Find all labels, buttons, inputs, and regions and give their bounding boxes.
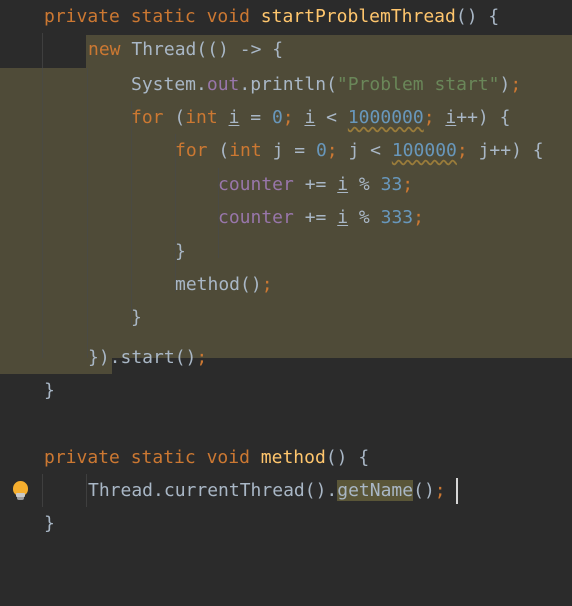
code-line[interactable]: counter += i % 33; [0,168,572,201]
selected-token[interactable]: getName [337,480,414,501]
text-caret [456,478,458,504]
code-line-empty[interactable] [0,407,572,440]
code-line[interactable]: for (int j = 0; j < 100000; j++) { [0,134,572,167]
code-line[interactable]: } [0,235,572,268]
code-line[interactable]: private static void method() { [0,441,572,474]
code-line[interactable]: }).start(); [0,341,572,374]
code-line[interactable]: System.out.println("Problem start"); [0,68,572,101]
code-line[interactable]: method(); [0,268,572,301]
code-line[interactable]: for (int i = 0; i < 1000000; i++) { [0,101,572,134]
code-line[interactable]: } [0,301,572,334]
code-line[interactable]: } [0,507,572,540]
code-line[interactable]: private static void startProblemThread()… [0,0,572,33]
code-line[interactable]: new Thread(() -> { [0,33,572,66]
code-line[interactable]: } [0,374,572,407]
code-line-caret[interactable]: Thread.currentThread().getName(); [0,474,572,507]
code-editor[interactable]: private static void startProblemThread()… [0,0,572,544]
code-line[interactable]: counter += i % 333; [0,201,572,234]
